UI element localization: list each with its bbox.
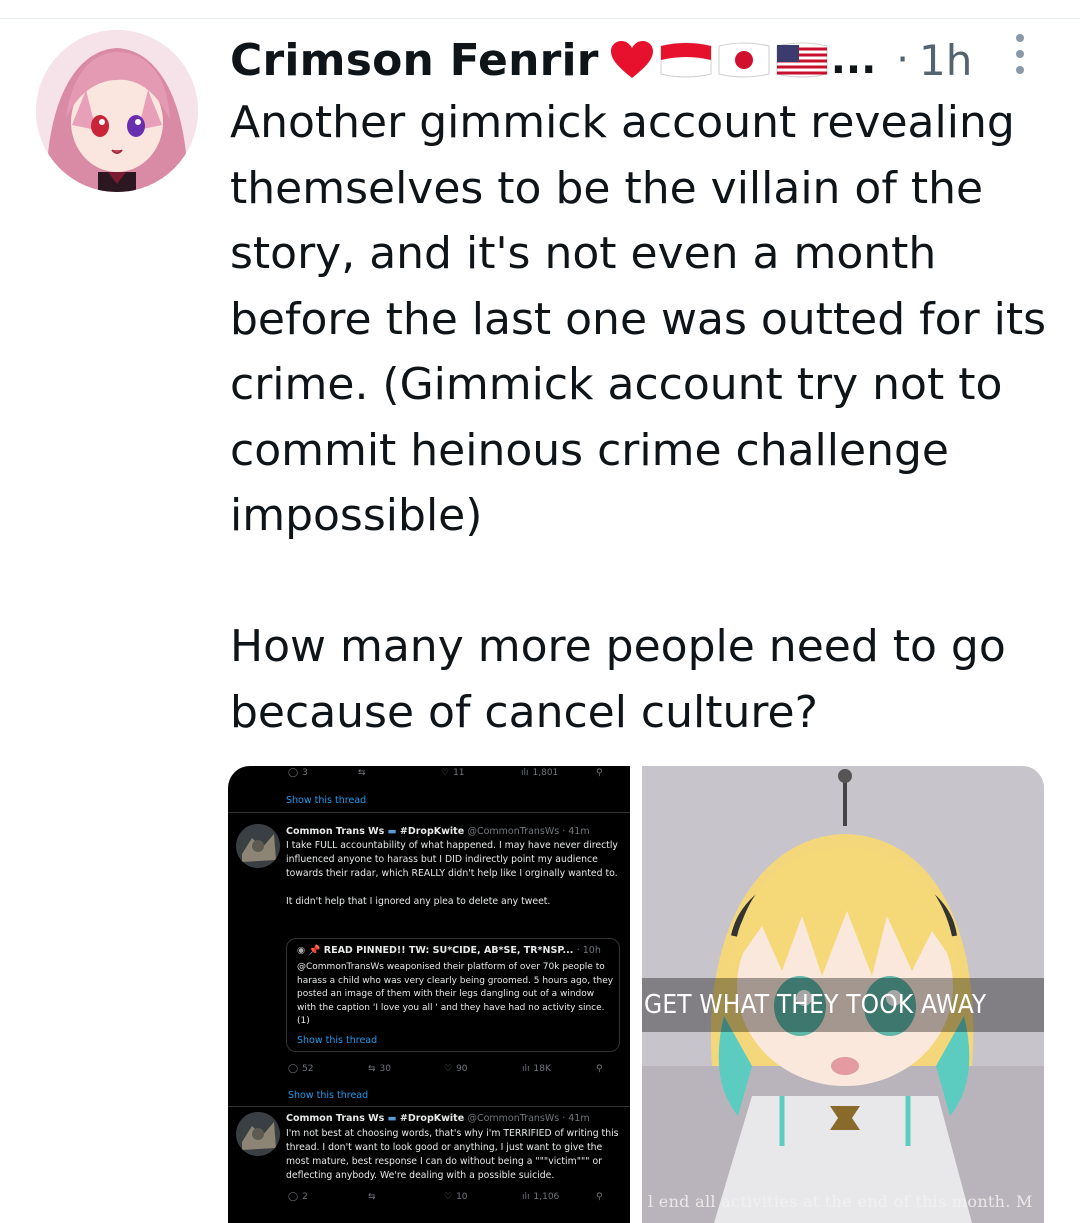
post-author: Common Trans Ws ▬ #DropKwite @CommonTran… [286, 1113, 590, 1124]
quote-show-thread[interactable]: Show this thread [297, 1035, 377, 1046]
metric-likes: ♡ 10 [444, 1192, 468, 1202]
media-grid: ◯ 3 ⇆ ♡ 11 ılı 1,801 ⚲ Show this thread Com… [228, 766, 1044, 1223]
post-author: Common Trans Ws ▬ #DropKwite @CommonTran… [286, 826, 590, 837]
post-text: I'm not best at choosing words, that's w… [286, 1128, 619, 1181]
metric-views: ılı 1,801 [521, 768, 559, 778]
tweet-text: Another gimmick account revealing themse… [230, 97, 1047, 738]
author-name[interactable]: Crimson Fenrir [230, 35, 599, 86]
media-screenshot[interactable]: ◯ 3 ⇆ ♡ 11 ılı 1,801 ⚲ Show this thread Com… [228, 766, 630, 1223]
post-avatar [236, 1112, 280, 1156]
metric-retweets: ⇆ 30 [368, 1064, 391, 1074]
metric-replies: ◯ 3 [288, 768, 308, 778]
avatar-illustration [36, 30, 198, 192]
share-icon: ⚲ [596, 1064, 603, 1074]
name-truncation: ... [830, 37, 877, 83]
metric-replies: ◯ 2 [288, 1192, 308, 1202]
tweet-time[interactable]: 1h [919, 36, 972, 85]
divider [228, 1106, 630, 1107]
more-dot [1016, 34, 1024, 42]
show-thread-link[interactable]: Show this thread [286, 795, 366, 806]
video-bottom-caption: l end all activities at the end of this … [648, 1192, 1033, 1211]
show-thread-link[interactable]: Show this thread [288, 1090, 368, 1101]
share-icon: ⚲ [596, 1192, 603, 1202]
retweet-icon: ⇆ [368, 1192, 376, 1202]
share-icon: ⚲ [596, 768, 603, 778]
heart-emoji [610, 41, 653, 78]
flag-indonesia-emoji [660, 42, 712, 78]
metric-views: ılı 1,106 [522, 1192, 560, 1202]
name-emoji-group [609, 40, 829, 80]
divider [228, 812, 630, 813]
video-subtitle: GET WHAT THEY TOOK AWAY [642, 978, 1044, 1032]
flag-usa-emoji [776, 42, 828, 78]
post-text: I take FULL accountability of what happe… [286, 840, 618, 907]
metric-views: ılı 18K [522, 1064, 551, 1074]
reply-icon: ◯ [288, 768, 299, 778]
header-separator: · [896, 37, 910, 83]
quote-text: @CommonTransWs weaponised their platform… [297, 962, 614, 1026]
views-icon: ılı [521, 768, 529, 778]
post-avatar [236, 824, 280, 868]
tweet-header: Crimson Fenrir ... · 1h [230, 30, 972, 90]
more-dot [1016, 50, 1024, 58]
quote-title: ◉ 📌 READ PINNED!! TW: SU*CIDE, AB*SE, TR… [297, 945, 601, 956]
media-anime-image[interactable]: GET WHAT THEY TOOK AWAY l end all activi… [642, 766, 1044, 1223]
author-avatar[interactable] [36, 30, 198, 192]
more-options-icon[interactable] [1010, 34, 1030, 74]
quoted-tweet[interactable]: ◉ 📌 READ PINNED!! TW: SU*CIDE, AB*SE, TR… [286, 938, 620, 1052]
retweet-icon: ⇆ [358, 768, 366, 778]
metric-likes: ♡ 11 [441, 768, 465, 778]
more-dot [1016, 66, 1024, 74]
metric-replies: ◯ 52 [288, 1064, 314, 1074]
like-icon: ♡ [441, 768, 450, 778]
flag-japan-emoji [718, 42, 770, 78]
top-divider [0, 18, 1080, 19]
metric-likes: ♡ 90 [444, 1064, 468, 1074]
